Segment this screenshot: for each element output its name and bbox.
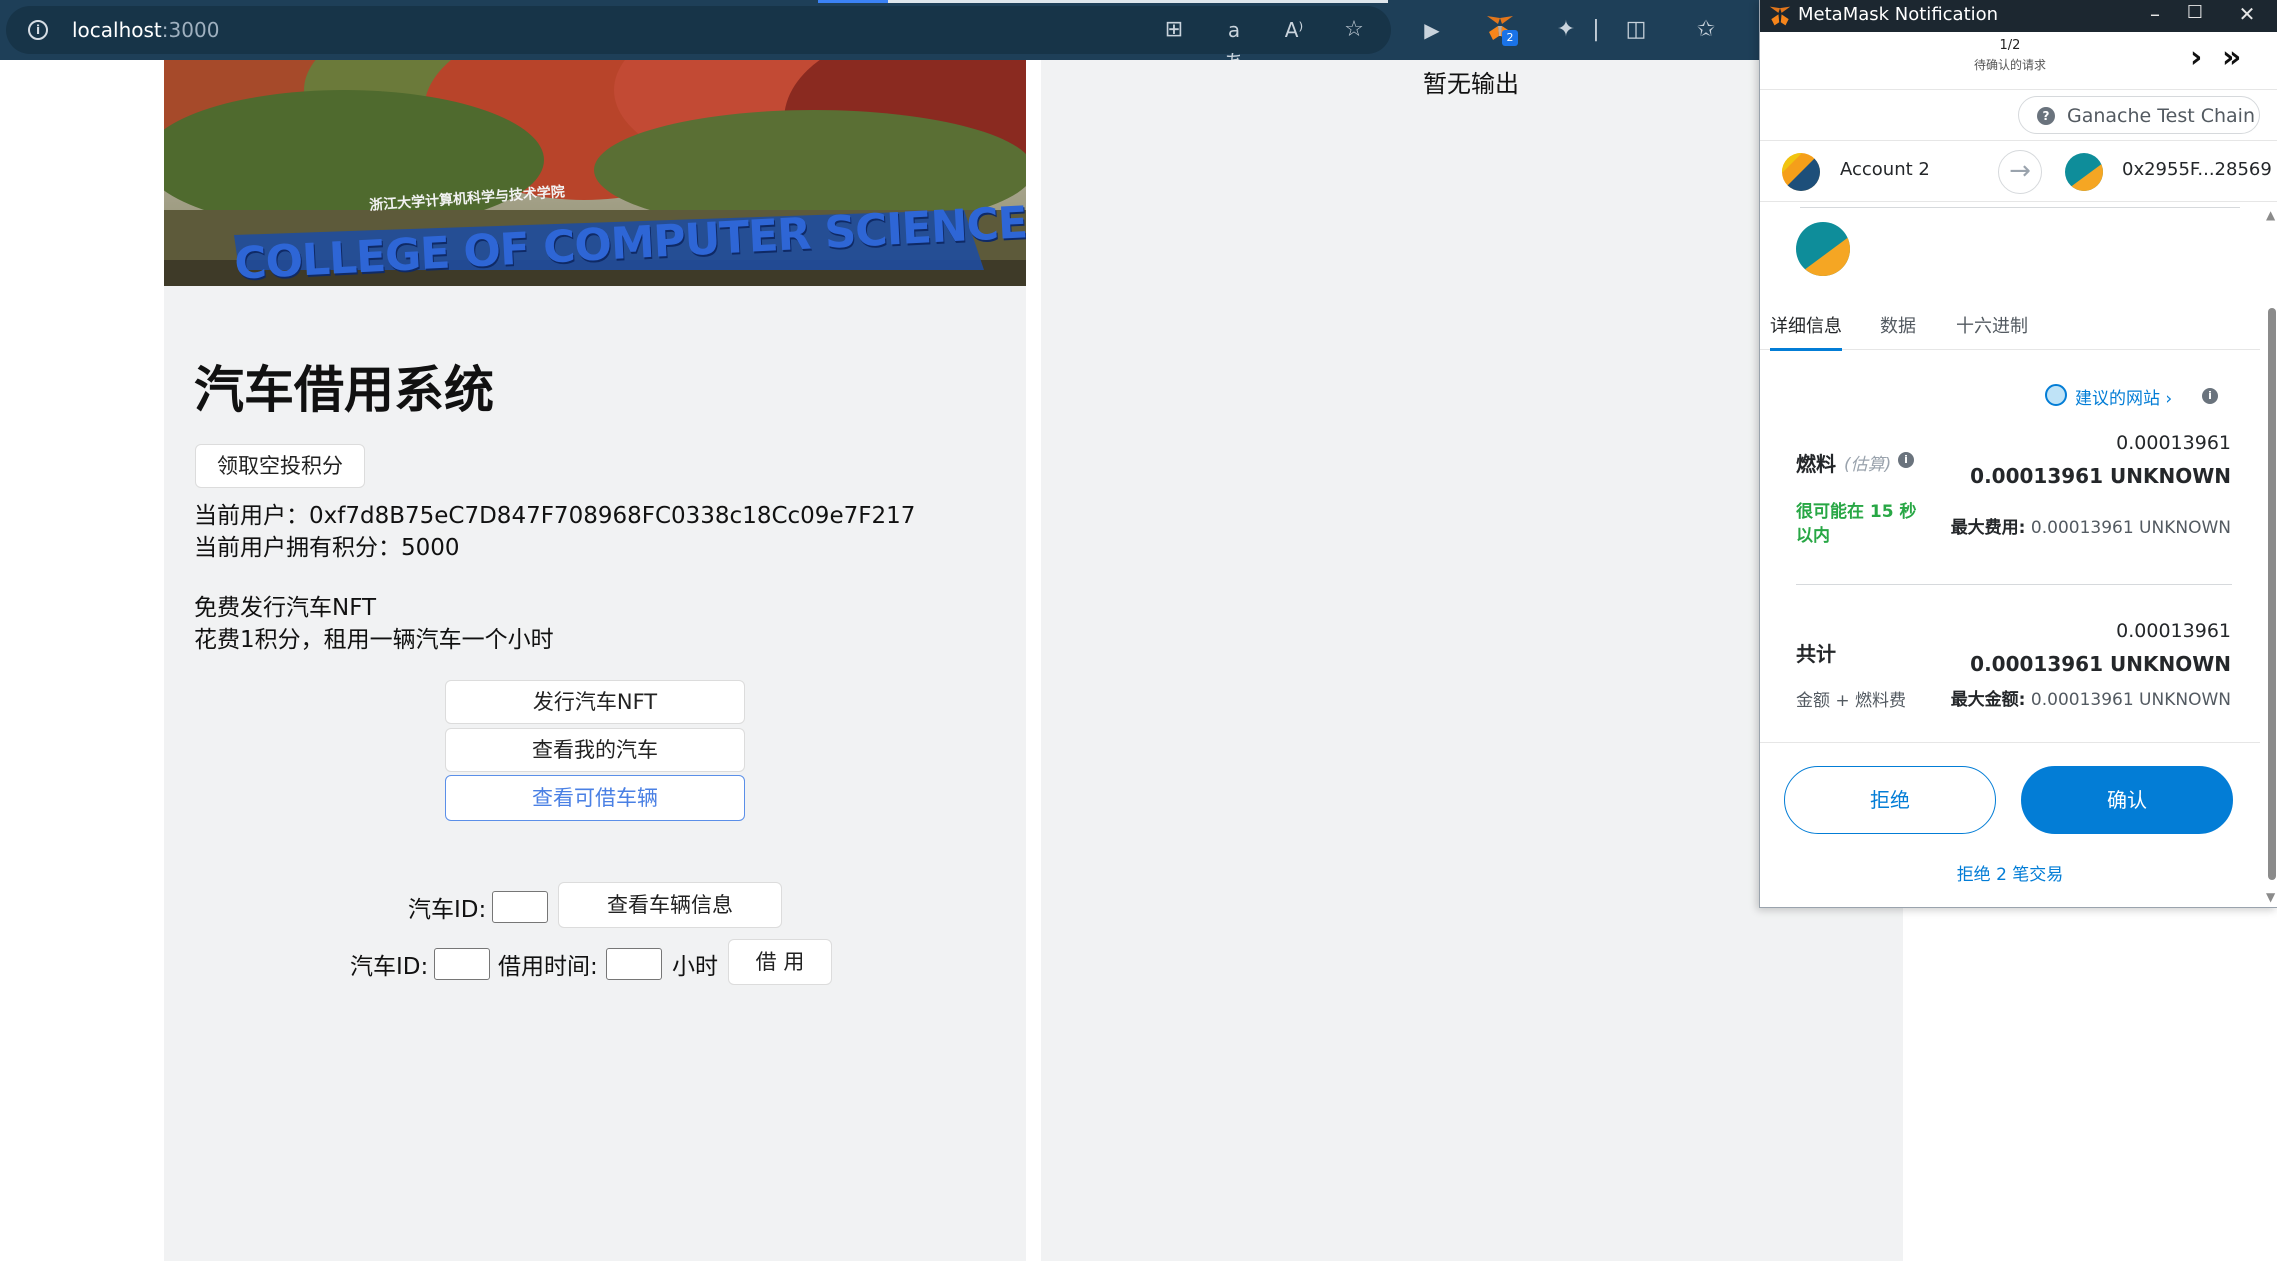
likely-in-time: 很可能在 15 秒以内 bbox=[1796, 502, 1917, 546]
hours-label: 小时 bbox=[672, 954, 718, 980]
reject-button[interactable]: 拒绝 bbox=[1784, 766, 1996, 834]
info-line-1: 免费发行汽车NFT bbox=[194, 595, 377, 621]
metamask-titlebar: MetaMask Notification – ☐ ✕ bbox=[1760, 0, 2277, 32]
tab-details[interactable]: 详细信息 bbox=[1770, 312, 1842, 351]
globe-icon bbox=[2045, 384, 2067, 406]
info-line-2: 花费1积分，租用一辆汽车一个小时 bbox=[194, 627, 554, 653]
total-subtitle: 金额 + 燃料费 bbox=[1796, 691, 1907, 711]
metamask-extension-icon[interactable]: 2 bbox=[1484, 14, 1518, 46]
current-user-line: 当前用户：0xf7d8B75eC7D847F708968FC0338c18Cc0… bbox=[194, 503, 916, 529]
gas-amount-small: 0.00013961 bbox=[2116, 432, 2231, 454]
split-screen-icon[interactable]: ◫ bbox=[1620, 14, 1652, 46]
extensions-icon[interactable]: ✦ bbox=[1550, 14, 1582, 46]
favorites-icon[interactable]: ✩ bbox=[1690, 14, 1722, 46]
pending-requests-nav: 1/2 待确认的请求 › » bbox=[1760, 32, 2277, 90]
from-account-name[interactable]: Account 2 bbox=[1840, 159, 1930, 180]
borrow-time-input[interactable] bbox=[606, 948, 662, 980]
car-id-label: 汽车ID: bbox=[408, 897, 487, 923]
to-address[interactable]: 0x2955F...28569 bbox=[2122, 159, 2272, 180]
gas-label: 燃料 bbox=[1796, 452, 1836, 476]
confirm-button[interactable]: 确认 bbox=[2021, 766, 2233, 834]
favorite-star-icon[interactable]: ☆ bbox=[1338, 14, 1370, 46]
app-main-panel: 浙江大学计算机科学与技术学院 COLLEGE OF COMPUTER SCIEN… bbox=[164, 60, 1026, 1261]
airdrop-button[interactable]: 领取空投积分 bbox=[195, 444, 365, 488]
max-fee-line: 最大费用: 0.00013961 UNKNOWN bbox=[1950, 518, 2231, 538]
metamask-window-title: MetaMask Notification bbox=[1798, 4, 1999, 25]
maximize-icon[interactable]: ☐ bbox=[2180, 2, 2210, 23]
network-name: Ganache Test Chain bbox=[2067, 105, 2255, 127]
site-info-icon[interactable]: i bbox=[28, 20, 48, 40]
chevron-right-icon: › bbox=[2165, 389, 2173, 409]
gas-estimate-label: (估算) bbox=[1844, 455, 1892, 475]
translate-icon[interactable]: aあ bbox=[1218, 14, 1250, 74]
tab-hex[interactable]: 十六进制 bbox=[1956, 312, 2028, 348]
extension-badge: 2 bbox=[1502, 30, 1518, 46]
tab-indicator bbox=[888, 0, 1388, 3]
view-available-cars-button[interactable]: 查看可借车辆 bbox=[445, 775, 745, 821]
output-text: 暂无输出 bbox=[1423, 70, 1519, 98]
summary-divider bbox=[1796, 584, 2232, 585]
scroll-thumb[interactable] bbox=[2268, 308, 2276, 880]
metamask-window: MetaMask Notification – ☐ ✕ 1/2 待确认的请求 ›… bbox=[1759, 0, 2277, 908]
app-available-icon[interactable]: ⊞ bbox=[1158, 14, 1190, 46]
car-id-input[interactable] bbox=[492, 891, 548, 923]
total-amount-large: 0.00013961 UNKNOWN bbox=[1970, 652, 2231, 676]
read-aloud-icon[interactable]: A⁾ bbox=[1278, 14, 1310, 46]
max-amount-line: 最大金额: 0.00013961 UNKNOWN bbox=[1950, 690, 2231, 710]
reject-all-link[interactable]: 拒绝 2 笔交易 bbox=[1760, 860, 2260, 885]
metamask-scrollbar[interactable]: ▲ ▼ bbox=[2264, 208, 2277, 908]
contract-avatar bbox=[1796, 222, 1850, 276]
toolbar-divider: | bbox=[1592, 17, 1600, 42]
pending-requests-label: 待确认的请求 bbox=[1973, 58, 2046, 72]
total-label: 共计 bbox=[1796, 642, 1836, 666]
metamask-fox-icon bbox=[1769, 6, 1791, 26]
total-amount-small: 0.00013961 bbox=[2116, 620, 2231, 642]
details-tabs: 详细信息 数据 十六进制 bbox=[1760, 300, 2260, 351]
college-banner-image: 浙江大学计算机科学与技术学院 COLLEGE OF COMPUTER SCIEN… bbox=[164, 60, 1026, 286]
content-separator bbox=[1800, 204, 2240, 208]
footer-separator bbox=[1760, 742, 2260, 743]
browser-toolbar: i localhost:3000 ⊞ aあ A⁾ ☆ ▶ 2 ✦ | ◫ ✩ bbox=[0, 0, 1760, 74]
last-request-icon[interactable]: » bbox=[2222, 40, 2241, 75]
tab-data[interactable]: 数据 bbox=[1880, 312, 1916, 348]
media-play-icon[interactable]: ▶ bbox=[1416, 14, 1448, 46]
current-user-address: 0xf7d8B75eC7D847F708968FC0338c18Cc09e7F2… bbox=[309, 503, 916, 529]
to-account-avatar bbox=[2065, 153, 2103, 191]
borrow-car-id-input[interactable] bbox=[434, 948, 490, 980]
suggested-site-info-icon[interactable]: i bbox=[2202, 388, 2218, 404]
from-account-avatar bbox=[1782, 153, 1820, 191]
points-value: 5000 bbox=[401, 535, 460, 561]
borrow-time-label: 借用时间: bbox=[498, 954, 598, 980]
view-my-cars-button[interactable]: 查看我的汽车 bbox=[445, 728, 745, 772]
gas-amount-large: 0.00013961 UNKNOWN bbox=[1970, 464, 2231, 488]
minimize-icon[interactable]: – bbox=[2140, 2, 2170, 26]
close-icon[interactable]: ✕ bbox=[2232, 2, 2262, 26]
borrow-car-id-label: 汽车ID: bbox=[350, 954, 429, 980]
view-car-info-button[interactable]: 查看车辆信息 bbox=[558, 882, 782, 928]
page-title: 汽车借用系统 bbox=[194, 361, 494, 419]
borrow-button[interactable]: 借 用 bbox=[728, 939, 832, 985]
issue-car-nft-button[interactable]: 发行汽车NFT bbox=[445, 680, 745, 724]
account-transfer-row: Account 2 → 0x2955F...28569 bbox=[1760, 140, 2277, 202]
request-counter: 1/2 bbox=[1999, 38, 2021, 53]
points-line: 当前用户拥有积分：5000 bbox=[194, 535, 460, 561]
screen: i localhost:3000 ⊞ aあ A⁾ ☆ ▶ 2 ✦ | ◫ ✩ bbox=[0, 0, 2277, 1261]
next-request-icon[interactable]: › bbox=[2190, 40, 2202, 75]
gas-info-icon[interactable]: i bbox=[1898, 452, 1914, 468]
tab-loading-indicator bbox=[818, 0, 888, 3]
network-question-icon: ? bbox=[2037, 107, 2055, 125]
address-url[interactable]: localhost:3000 bbox=[72, 18, 219, 42]
transfer-arrow-icon: → bbox=[1998, 150, 2042, 194]
network-selector[interactable]: ? Ganache Test Chain bbox=[2018, 96, 2260, 134]
suggested-site-link[interactable]: 建议的网站 › bbox=[2075, 384, 2172, 409]
scroll-up-icon[interactable]: ▲ bbox=[2266, 208, 2275, 222]
scroll-down-icon[interactable]: ▼ bbox=[2266, 890, 2275, 904]
